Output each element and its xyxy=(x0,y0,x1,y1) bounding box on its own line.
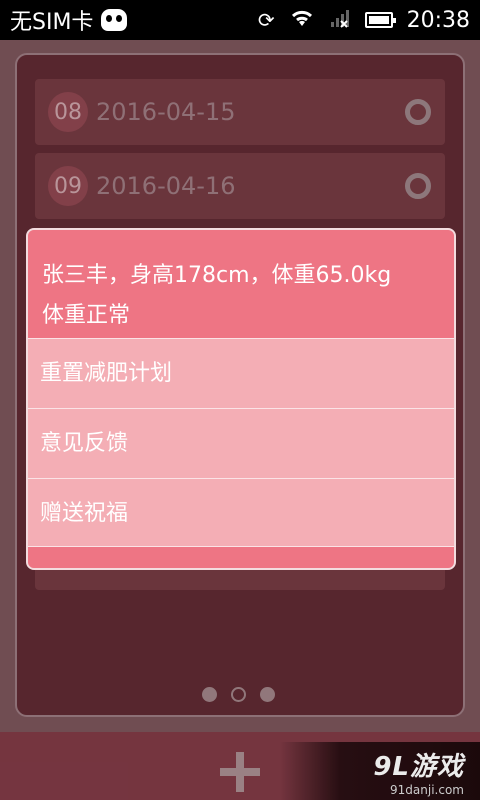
dialog-bottom-strip xyxy=(28,546,454,568)
sync-icon: ⟳ xyxy=(257,8,275,32)
menu-item-send-blessing[interactable]: 赠送祝福 xyxy=(28,478,454,548)
battery-icon xyxy=(364,12,396,28)
dialog-title-line2: 体重正常 xyxy=(42,303,131,328)
clock: 20:38 xyxy=(406,7,470,33)
dialog-title-line1: 张三丰，身高178cm，体重65.0kg xyxy=(42,263,392,288)
options-dialog: 张三丰，身高178cm，体重65.0kg 体重正常 重置减肥计划 意见反馈 赠送… xyxy=(26,228,456,570)
carrier-label: 无SIM卡 xyxy=(10,10,94,35)
menu-item-feedback[interactable]: 意见反馈 xyxy=(28,408,454,478)
status-bar: 无SIM卡 ⟳ 20:38 xyxy=(0,0,480,40)
menu-item-reset-plan[interactable]: 重置减肥计划 xyxy=(28,338,454,408)
status-left: 无SIM卡 xyxy=(10,4,128,36)
signal-icon xyxy=(329,8,351,32)
status-right: ⟳ 20:38 xyxy=(258,8,470,33)
mascot-icon xyxy=(101,9,128,31)
wifi-icon xyxy=(289,8,315,32)
dialog-header: 张三丰，身高178cm，体重65.0kg 体重正常 xyxy=(28,230,454,338)
